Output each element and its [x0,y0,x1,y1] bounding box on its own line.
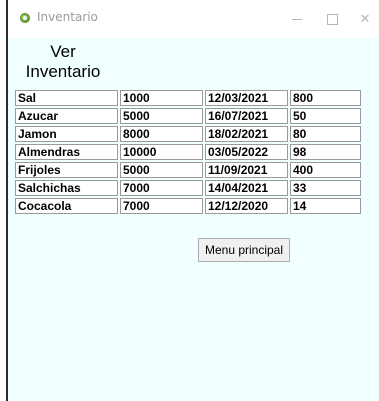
table-cell-stock[interactable]: 33 [290,180,361,196]
table-cell-product[interactable]: Jamon [15,126,118,142]
window-title: Inventario [37,10,98,24]
table-cell-date[interactable]: 12/03/2021 [205,90,288,106]
table-cell-stock[interactable]: 14 [290,198,361,214]
table-cell-stock[interactable]: 50 [290,108,361,124]
table-cell-stock[interactable]: 98 [290,144,361,160]
table-cell-quantity[interactable]: 5000 [120,162,203,178]
table-cell-product[interactable]: Cocacola [15,198,118,214]
table-cell-date[interactable]: 12/12/2020 [205,198,288,214]
table-cell-stock[interactable]: 400 [290,162,361,178]
table-cell-product[interactable]: Frijoles [15,162,118,178]
page-title: Ver Inventario [13,42,113,82]
table-row: Frijoles 5000 11/09/2021 400 [15,162,361,178]
table-cell-quantity[interactable]: 1000 [120,90,203,106]
table-cell-quantity[interactable]: 7000 [120,198,203,214]
inventory-table: Sal 1000 12/03/2021 800 Azucar 5000 16/07/2021… [13,88,363,216]
menu-principal-button[interactable]: Menu principal [198,238,290,262]
table-row: Azucar 5000 16/07/2021 50 [15,108,361,124]
table-row: Sal 1000 12/03/2021 800 [15,90,361,106]
page-title-line2: Inventario [25,62,101,81]
table-row: Salchichas 7000 14/04/2021 33 [15,180,361,196]
page-title-line1: Ver [50,42,76,61]
table-cell-product[interactable]: Azucar [15,108,118,124]
table-row: Jamon 8000 18/02/2021 80 [15,126,361,142]
table-cell-date[interactable]: 14/04/2021 [205,180,288,196]
table-row: Cocacola 7000 12/12/2020 14 [15,198,361,214]
minimize-button[interactable] [279,4,315,34]
table-cell-product[interactable]: Sal [15,90,118,106]
table-cell-quantity[interactable]: 7000 [120,180,203,196]
table-row: Almendras 10000 03/05/2022 98 [15,144,361,160]
table-cell-stock[interactable]: 80 [290,126,361,142]
table-cell-quantity[interactable]: 10000 [120,144,203,160]
title-bar[interactable]: Inventario ✕ [8,0,379,38]
inventory-table-body: Sal 1000 12/03/2021 800 Azucar 5000 16/07/2021… [15,90,361,214]
table-cell-quantity[interactable]: 8000 [120,126,203,142]
screen: Inventario ✕ Ver Inventario Sal 1000 12/03… [0,0,379,401]
table-cell-quantity[interactable]: 5000 [120,108,203,124]
close-button[interactable]: ✕ [347,4,379,34]
table-cell-product[interactable]: Almendras [15,144,118,160]
maximize-icon [326,13,338,25]
table-cell-stock[interactable]: 800 [290,90,361,106]
close-icon: ✕ [359,11,371,27]
inventory-window: Inventario ✕ Ver Inventario Sal 1000 12/03… [8,0,379,401]
table-cell-date[interactable]: 16/07/2021 [205,108,288,124]
minimize-icon [292,18,302,20]
maximize-button[interactable] [314,4,350,34]
table-cell-date[interactable]: 11/09/2021 [205,162,288,178]
table-cell-date[interactable]: 18/02/2021 [205,126,288,142]
app-icon [20,13,30,23]
table-cell-product[interactable]: Salchichas [15,180,118,196]
table-cell-date[interactable]: 03/05/2022 [205,144,288,160]
